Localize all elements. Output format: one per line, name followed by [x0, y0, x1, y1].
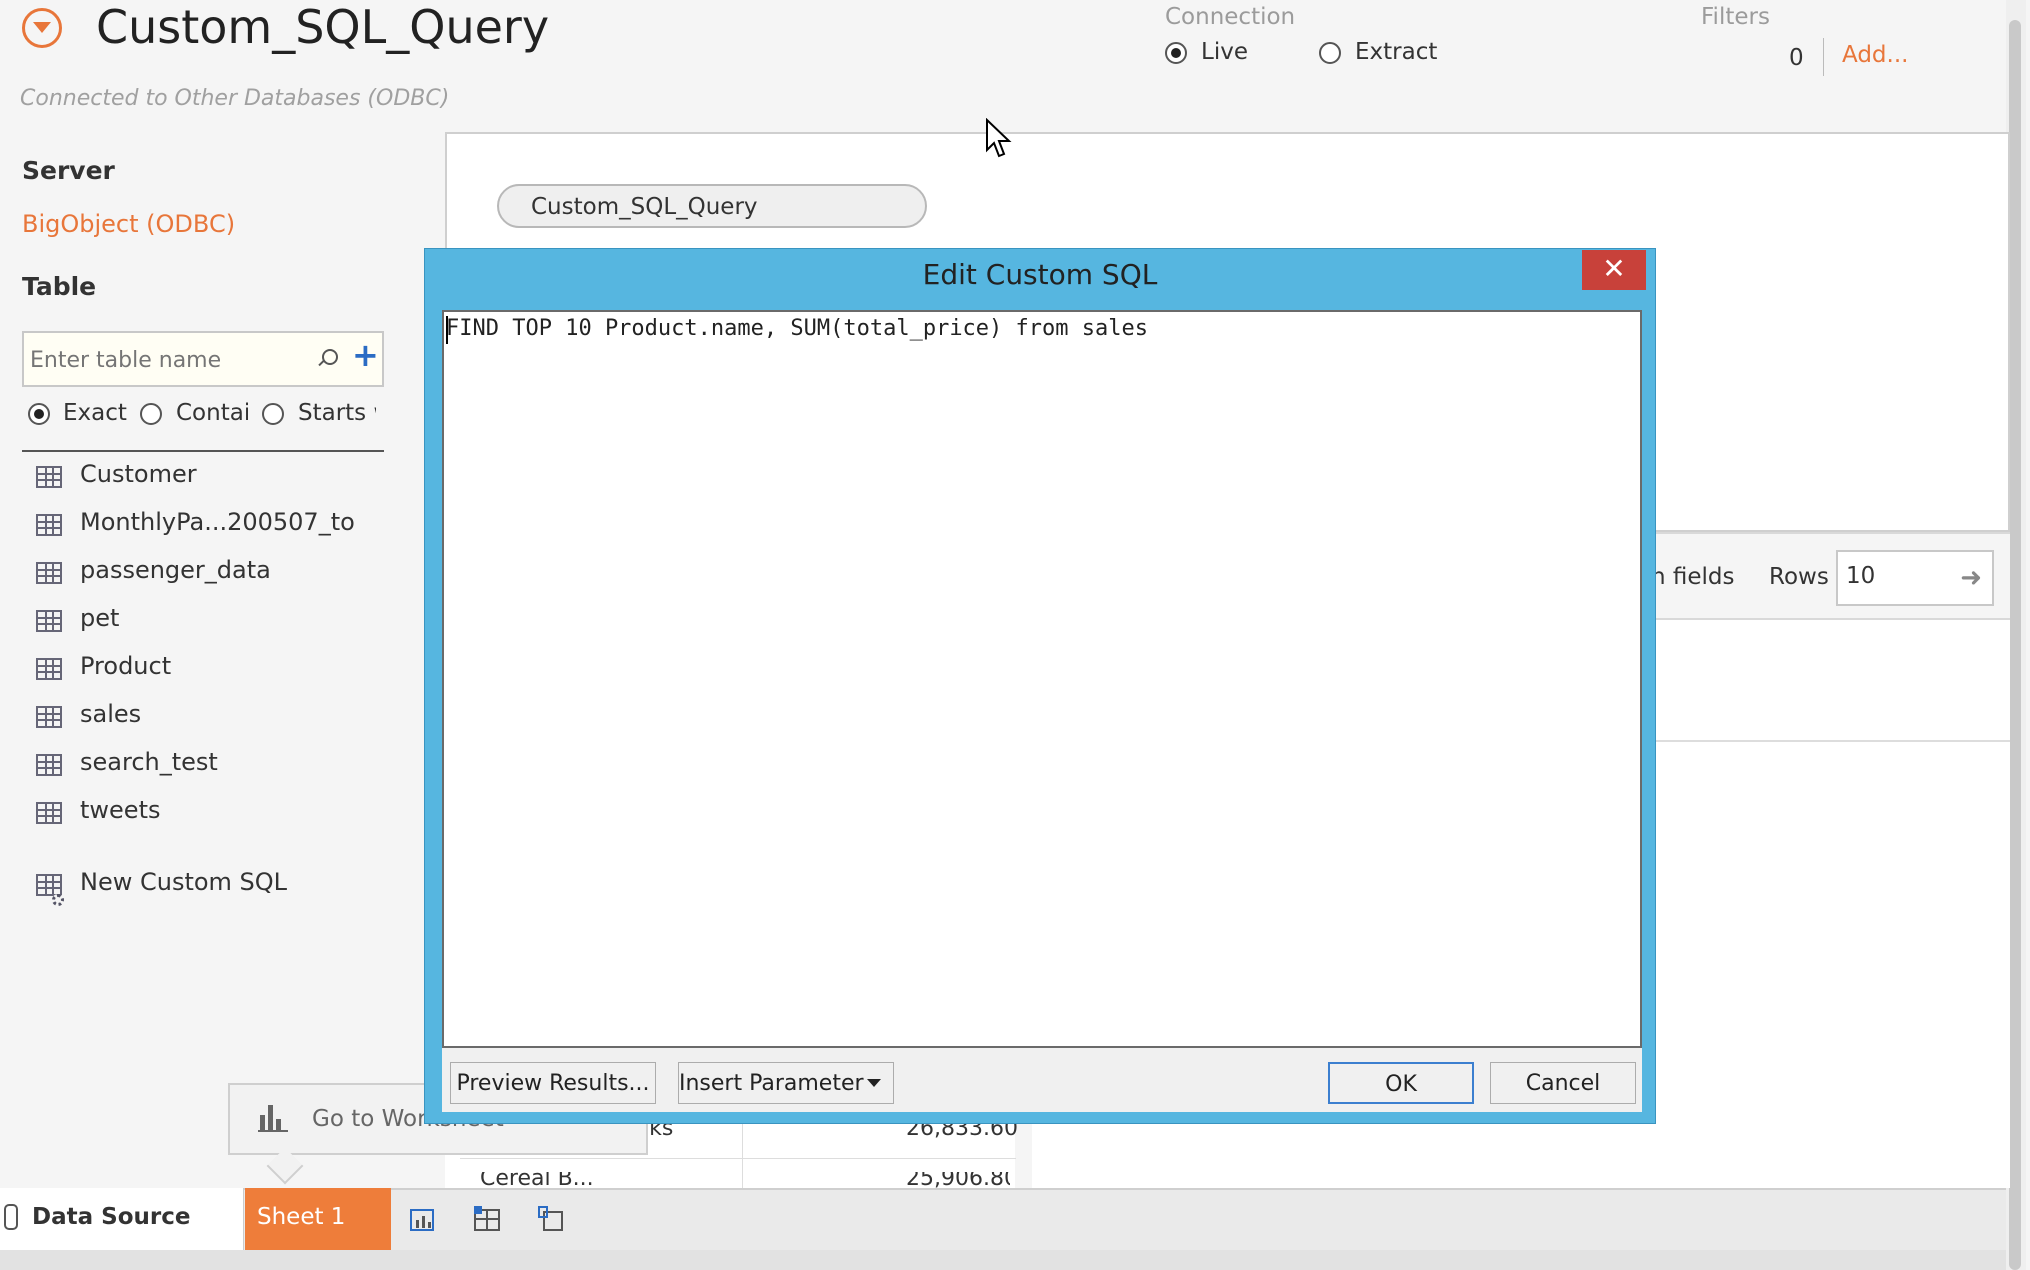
table-item-label: tweets: [80, 796, 161, 824]
table-icon: [36, 562, 62, 584]
insert-parameter-button[interactable]: Insert Parameter: [678, 1062, 894, 1104]
cancel-button[interactable]: Cancel: [1490, 1062, 1636, 1104]
new-custom-sql-item[interactable]: New Custom SQL: [36, 868, 416, 908]
match-contain-label[interactable]: Contain: [176, 400, 248, 426]
new-story-icon[interactable]: [536, 1204, 566, 1234]
table-item-monthlypa[interactable]: MonthlyPa...200507_to: [36, 508, 416, 548]
arrow-right-icon[interactable]: ➜: [1960, 565, 1982, 591]
filters-label: Filters: [1701, 4, 1770, 30]
sidebar-divider: [22, 450, 384, 452]
connection-extract-label[interactable]: Extract: [1355, 39, 1437, 65]
mouse-cursor-icon: [986, 118, 1012, 158]
table-item-label: sales: [80, 700, 142, 728]
table-item-search-test[interactable]: search_test: [36, 748, 416, 788]
add-icon[interactable]: +: [352, 339, 379, 371]
datasource-title[interactable]: Custom_SQL_Query: [96, 0, 549, 54]
grid-row-clipped: Cereal B... 25,906.80: [470, 1172, 1010, 1188]
tab-data-source-label: Data Source: [32, 1204, 191, 1230]
match-exact-label[interactable]: Exact: [63, 400, 127, 426]
tab-data-source[interactable]: Data Source: [0, 1188, 244, 1250]
table-item-label: Customer: [80, 460, 197, 488]
table-icon: [36, 706, 62, 728]
connection-extract-radio[interactable]: [1319, 42, 1341, 64]
preview-results-button[interactable]: Preview Results...: [450, 1062, 656, 1104]
match-starts-label[interactable]: Starts w: [298, 400, 376, 426]
datasource-dropdown-icon[interactable]: [22, 8, 62, 48]
close-icon: ✕: [1602, 252, 1626, 285]
new-worksheet-icon[interactable]: [408, 1204, 438, 1234]
table-item-label: search_test: [80, 748, 218, 776]
show-hidden-fields-label[interactable]: n fields: [1651, 564, 1735, 590]
preview-results-label: Preview Results...: [456, 1071, 650, 1096]
sql-editor[interactable]: FIND TOP 10 Product.name, SUM(total_pric…: [442, 310, 1642, 1048]
insert-parameter-label: Insert Parameter: [679, 1071, 864, 1096]
sql-text[interactable]: FIND TOP 10 Product.name, SUM(total_pric…: [446, 316, 1148, 341]
table-icon: [36, 514, 62, 536]
ok-label: OK: [1385, 1072, 1417, 1097]
table-icon: [36, 802, 62, 824]
query-pill-label: Custom_SQL_Query: [531, 194, 758, 220]
search-icon[interactable]: [322, 349, 338, 365]
server-name-link[interactable]: BigObject (ODBC): [22, 210, 235, 238]
table-icon: [36, 466, 62, 488]
table-item-sales[interactable]: sales: [36, 700, 416, 740]
custom-sql-icon: [36, 874, 64, 906]
table-item-label: passenger_data: [80, 556, 271, 584]
chevron-down-icon: [867, 1079, 881, 1087]
table-heading: Table: [22, 272, 97, 301]
table-item-label: MonthlyPa...200507_to: [80, 508, 355, 536]
match-contain-radio[interactable]: [140, 403, 162, 425]
new-custom-sql-label: New Custom SQL: [80, 868, 288, 896]
custom-sql-table-pill[interactable]: Custom_SQL_Query: [497, 184, 927, 228]
match-starts-radio[interactable]: [262, 403, 284, 425]
tab-sheet-1[interactable]: Sheet 1: [245, 1188, 391, 1250]
table-item-pet[interactable]: pet: [36, 604, 416, 644]
table-item-product[interactable]: Product: [36, 652, 416, 692]
table-item-tweets[interactable]: tweets: [36, 796, 416, 836]
rows-label: Rows: [1769, 564, 1829, 590]
table-icon: [36, 610, 62, 632]
rows-value[interactable]: 10: [1846, 563, 1875, 589]
connection-label: Connection: [1165, 4, 1296, 30]
grid-cell-value: 25,906.80: [906, 1172, 1010, 1188]
scrollbar-thumb[interactable]: [2009, 20, 2021, 1270]
table-item-label: pet: [80, 604, 120, 632]
server-heading: Server: [22, 156, 115, 185]
filters-divider: [1823, 38, 1824, 76]
grid-row-divider: [460, 1158, 1016, 1159]
match-exact-radio[interactable]: [28, 403, 50, 425]
table-item-label: Product: [80, 652, 172, 680]
connection-live-label[interactable]: Live: [1201, 39, 1248, 65]
table-icon: [36, 754, 62, 776]
bars-chart-icon: [258, 1105, 288, 1132]
ok-button[interactable]: OK: [1328, 1062, 1474, 1104]
table-search-input[interactable]: [28, 341, 332, 379]
rows-input[interactable]: 10 ➜: [1836, 550, 1994, 606]
text-caret: [446, 316, 448, 344]
new-dashboard-icon[interactable]: [472, 1204, 502, 1234]
add-filter-link[interactable]: Add...: [1842, 42, 1908, 68]
table-item-customer[interactable]: Customer: [36, 460, 416, 500]
cancel-label: Cancel: [1525, 1071, 1601, 1096]
grid-cell-name: Cereal B...: [480, 1172, 594, 1188]
tab-sheet-1-label: Sheet 1: [257, 1204, 346, 1230]
dialog-close-button[interactable]: ✕: [1582, 250, 1646, 290]
status-bar: [0, 1250, 2006, 1270]
dialog-title: Edit Custom SQL: [922, 258, 1158, 291]
connection-live-radio[interactable]: [1165, 42, 1187, 64]
table-item-passenger-data[interactable]: passenger_data: [36, 556, 416, 596]
table-icon: [36, 658, 62, 680]
connection-subtitle: Connected to Other Databases (ODBC): [20, 86, 450, 111]
filters-count: 0: [1789, 45, 1804, 71]
database-icon: [4, 1204, 18, 1230]
